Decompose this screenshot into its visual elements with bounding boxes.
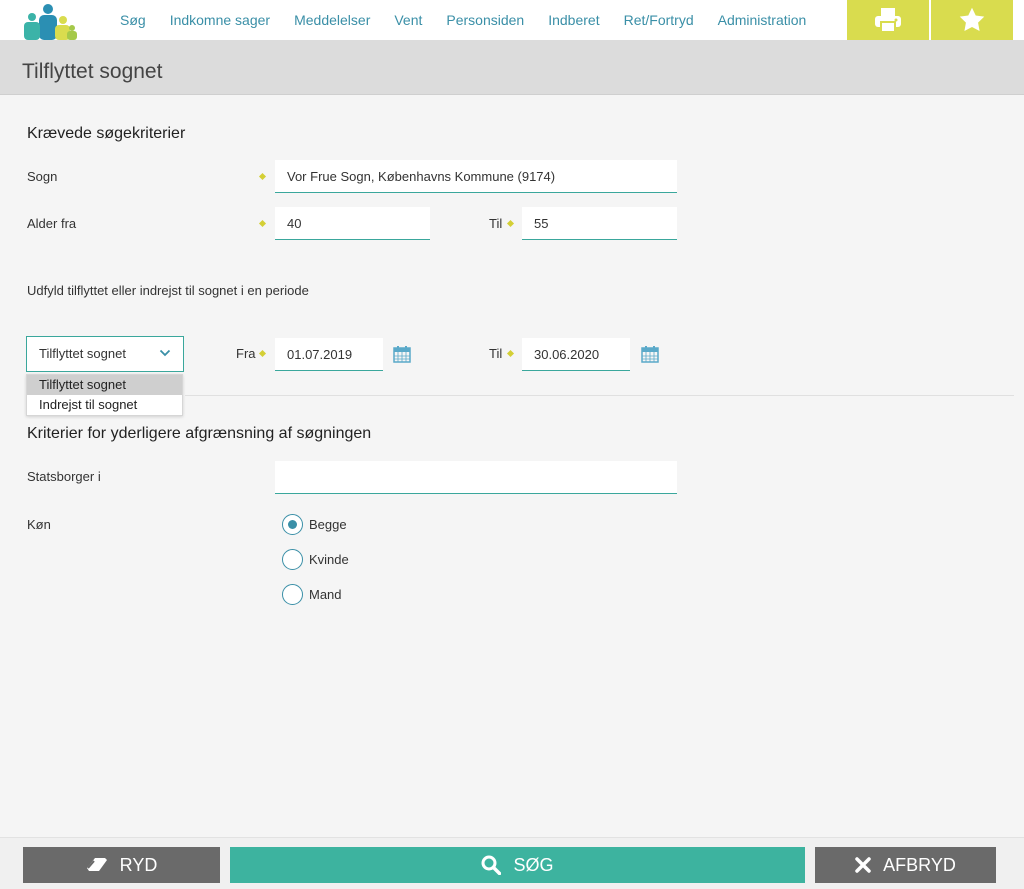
cancel-label: AFBRYD [883, 854, 956, 875]
page-title: Tilflyttet sognet [22, 60, 163, 83]
radio-label: Mand [309, 587, 342, 602]
action-bar: RYD SØG AFBRYD [0, 837, 1024, 889]
alder-til-field[interactable]: 55 [522, 207, 677, 240]
fra-date-field[interactable]: 01.07.2019 [275, 338, 383, 371]
print-button[interactable] [847, 0, 929, 40]
alder-fra-field[interactable]: 40 [275, 207, 430, 240]
close-icon [855, 857, 871, 873]
period-hint: Udfyld tilflyttet eller indrejst til sog… [27, 283, 309, 298]
eraser-icon [86, 858, 107, 871]
calendar-icon[interactable] [641, 345, 659, 363]
required-marker [258, 349, 267, 358]
search-icon [481, 855, 502, 875]
clear-label: RYD [119, 854, 158, 875]
nav-item-personsiden[interactable]: Personsiden [446, 12, 524, 28]
radio-mand[interactable]: Mand [282, 584, 342, 605]
chevron-down-icon [159, 349, 171, 357]
nav-item-sog[interactable]: Søg [120, 12, 146, 28]
page-header: Tilflyttet sognet [0, 40, 1024, 95]
kon-label: Køn [27, 517, 51, 532]
nav-item-ret-fortryd[interactable]: Ret/Fortryd [624, 12, 694, 28]
required-marker [506, 349, 515, 358]
top-navigation-bar: Søg Indkomne sager Meddelelser Vent Pers… [0, 0, 1024, 40]
calendar-icon[interactable] [393, 345, 411, 363]
radio-kvinde[interactable]: Kvinde [282, 549, 349, 570]
option-tilflyttet-sognet[interactable]: Tilflyttet sognet [27, 375, 182, 395]
til-date-field[interactable]: 30.06.2020 [522, 338, 630, 371]
search-button[interactable]: SØG [230, 847, 805, 883]
statsborger-label: Statsborger i [27, 469, 101, 484]
period-type-value: Tilflyttet sognet [39, 346, 126, 361]
til-date-label: Til [489, 346, 503, 361]
alder-til-label: Til [489, 216, 503, 231]
radio-selected-dot [287, 519, 297, 529]
period-type-dropdown: Tilflyttet sognet Indrejst til sognet [26, 374, 183, 416]
nav-item-administration[interactable]: Administration [718, 12, 807, 28]
radio-label: Begge [309, 517, 347, 532]
radio-label: Kvinde [309, 552, 349, 567]
cancel-button[interactable]: AFBRYD [815, 847, 996, 883]
required-marker [258, 219, 267, 228]
nav-item-vent[interactable]: Vent [394, 12, 422, 28]
fra-label: Fra [236, 346, 256, 361]
period-type-select[interactable]: Tilflyttet sognet [26, 336, 184, 372]
clear-button[interactable]: RYD [23, 847, 220, 883]
radio-circle [282, 514, 303, 535]
required-criteria-heading: Krævede søgekriterier [27, 125, 186, 142]
alder-fra-label: Alder fra [27, 216, 77, 231]
optional-criteria-heading: Kriterier for yderligere afgrænsning af … [27, 425, 372, 442]
star-icon [959, 7, 985, 31]
statsborger-field[interactable] [275, 461, 677, 494]
main-nav: Søg Indkomne sager Meddelelser Vent Pers… [108, 0, 818, 40]
sogn-field[interactable]: Vor Frue Sogn, Københavns Kommune (9174) [275, 160, 677, 193]
required-marker [258, 172, 267, 181]
nav-item-indberet[interactable]: Indberet [548, 12, 599, 28]
sogn-label: Sogn [27, 169, 58, 184]
option-indrejst-til-sognet[interactable]: Indrejst til sognet [27, 395, 182, 415]
radio-circle [282, 584, 303, 605]
nav-item-indkomne-sager[interactable]: Indkomne sager [170, 12, 270, 28]
logo-people-icon[interactable] [22, 3, 78, 40]
favorite-button[interactable] [931, 0, 1013, 40]
section-divider [185, 395, 1014, 396]
nav-item-meddelelser[interactable]: Meddelelser [294, 12, 370, 28]
printer-icon [875, 8, 901, 33]
search-label: SØG [513, 854, 554, 875]
required-marker [506, 219, 515, 228]
radio-circle [282, 549, 303, 570]
radio-begge[interactable]: Begge [282, 514, 347, 535]
